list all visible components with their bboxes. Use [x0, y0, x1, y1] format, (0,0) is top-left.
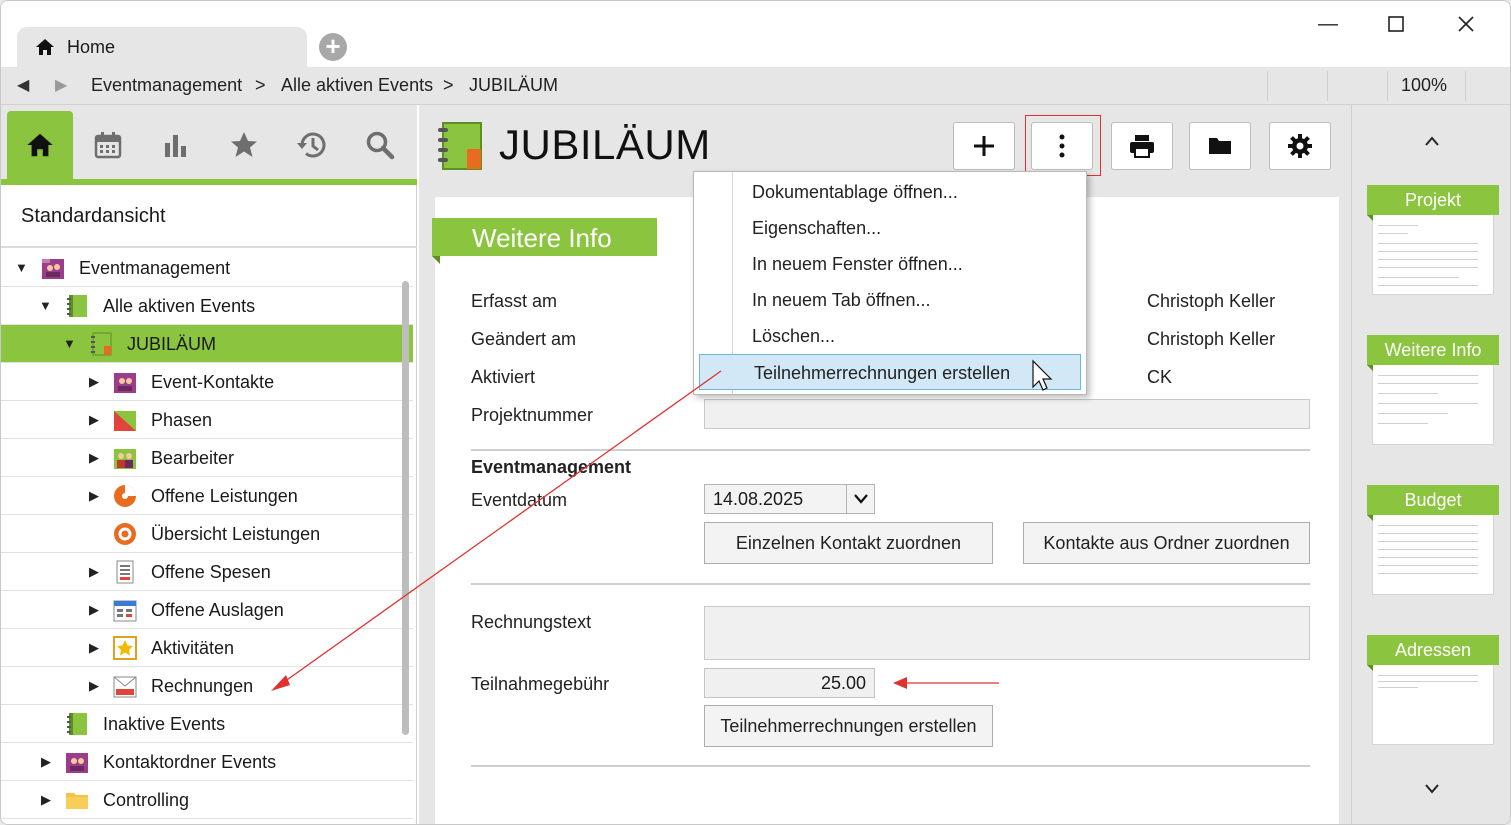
annotation-arrow — [271, 370, 722, 691]
app-window: Home + — ◀ ▶ Eventmanagement > Alle akti… — [0, 0, 1511, 825]
annotation-arrow — [893, 677, 999, 689]
annotation-overlay — [271, 359, 1053, 691]
cursor-icon — [1032, 359, 1053, 391]
